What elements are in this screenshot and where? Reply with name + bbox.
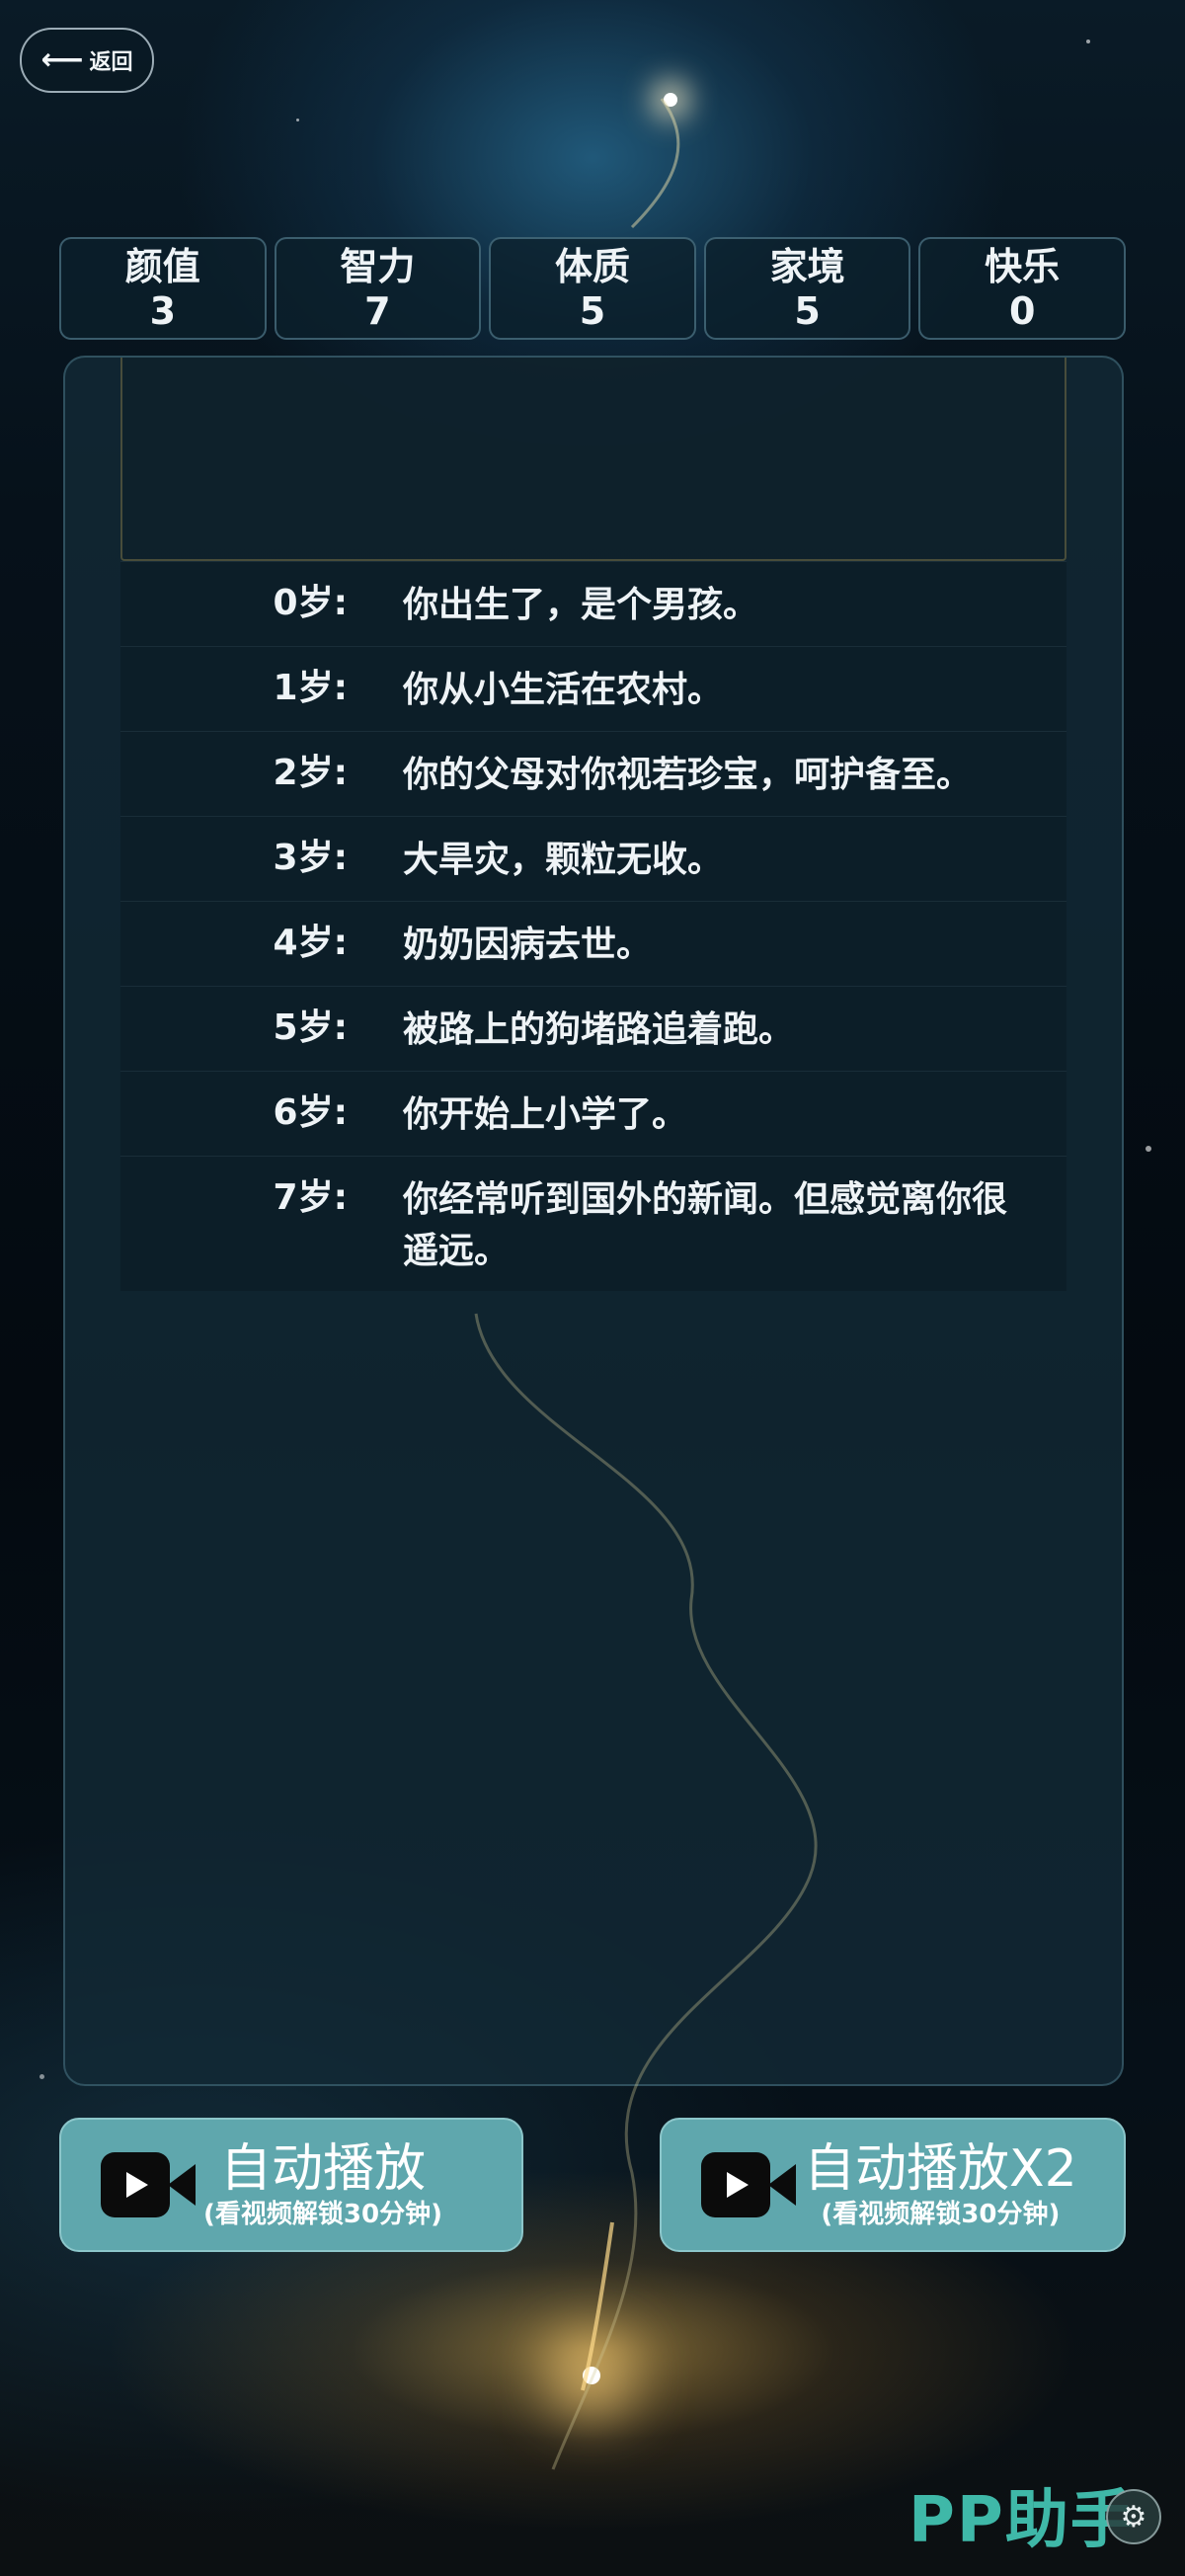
- event-text: 你开始上小学了。: [403, 1094, 688, 1135]
- event-age: 2岁:: [273, 753, 348, 793]
- event-age: 6岁:: [273, 1092, 348, 1133]
- life-event-row: 4岁: 奶奶因病去世。: [120, 901, 1066, 986]
- event-text: 你经常听到国外的新闻。但感觉离你很遥远。: [403, 1179, 1008, 1271]
- stat-label: 家境: [769, 245, 845, 288]
- star-decoration: [1086, 40, 1090, 43]
- event-age: 1岁:: [273, 668, 348, 708]
- auto-play-title: 自动播放: [219, 2139, 426, 2199]
- auto-play-x2-label-group: 自动播放X2 (看视频解锁30分钟): [804, 2139, 1077, 2230]
- event-age: 5岁:: [273, 1007, 348, 1048]
- attribute-stats-bar: 颜值 3 智力 7 体质 5 家境 5 快乐 0: [59, 237, 1126, 340]
- stat-value: 5: [579, 289, 606, 333]
- event-text: 你从小生活在农村。: [403, 670, 724, 710]
- back-button[interactable]: ⟵ 返回: [20, 28, 154, 93]
- stat-family: 家境 5: [703, 237, 911, 340]
- stat-physique: 体质 5: [489, 237, 696, 340]
- auto-play-subtitle: (看视频解锁30分钟): [203, 2200, 442, 2229]
- auto-play-x2-subtitle: (看视频解锁30分钟): [821, 2200, 1061, 2229]
- event-age: 7岁:: [273, 1177, 348, 1218]
- life-event-row: 2岁: 你的父母对你视若珍宝，呵护备至。: [120, 731, 1066, 816]
- star-decoration: [296, 119, 299, 121]
- star-decoration: [664, 93, 677, 107]
- life-log-panel[interactable]: 0岁: 你出生了，是个男孩。 1岁: 你从小生活在农村。 2岁: 你的父母对你视…: [63, 356, 1124, 2086]
- stat-label: 体质: [554, 245, 630, 288]
- back-button-label: 返回: [89, 50, 133, 75]
- star-decoration: [1146, 1146, 1151, 1152]
- event-text: 被路上的狗堵路追着跑。: [403, 1009, 795, 1050]
- stat-value: 3: [149, 289, 177, 333]
- life-event-row: 0岁: 你出生了，是个男孩。: [120, 561, 1066, 646]
- event-text: 你的父母对你视若珍宝，呵护备至。: [403, 755, 973, 795]
- stat-happiness: 快乐 0: [918, 237, 1126, 340]
- event-text: 奶奶因病去世。: [403, 925, 653, 965]
- auto-play-x2-button[interactable]: 自动播放X2 (看视频解锁30分钟): [660, 2118, 1126, 2252]
- stat-value: 5: [794, 289, 821, 333]
- auto-play-x2-title: 自动播放X2: [804, 2139, 1077, 2199]
- event-age: 4岁:: [273, 923, 348, 963]
- screen: ⟵ 返回 颜值 3 智力 7 体质 5 家境 5 快乐 0 0岁: 你出生了，是…: [0, 0, 1185, 2576]
- arrow-left-icon: ⟵: [40, 42, 84, 77]
- star-decoration: [583, 2367, 600, 2384]
- event-text: 大旱灾，颗粒无收。: [403, 840, 724, 880]
- stat-label: 颜值: [124, 245, 200, 288]
- life-event-row: 1岁: 你从小生活在农村。: [120, 646, 1066, 731]
- life-event-row: 3岁: 大旱灾，颗粒无收。: [120, 816, 1066, 901]
- life-event-list[interactable]: 0岁: 你出生了，是个男孩。 1岁: 你从小生活在农村。 2岁: 你的父母对你视…: [120, 561, 1066, 1291]
- stat-value: 7: [364, 289, 391, 333]
- stat-intelligence: 智力 7: [274, 237, 482, 340]
- life-log-header: [120, 358, 1066, 561]
- stat-value: 0: [1008, 289, 1036, 333]
- event-age: 0岁:: [273, 583, 348, 623]
- life-event-row: 6岁: 你开始上小学了。: [120, 1071, 1066, 1156]
- auto-play-button[interactable]: 自动播放 (看视频解锁30分钟): [59, 2118, 523, 2252]
- event-age: 3岁:: [273, 838, 348, 878]
- pp-assistant-watermark: PP助手: [908, 2484, 1136, 2557]
- life-event-row: 7岁: 你经常听到国外的新闻。但感觉离你很遥远。: [120, 1156, 1066, 1291]
- video-camera-icon: [701, 2152, 796, 2217]
- video-camera-icon: [101, 2152, 196, 2217]
- stat-label: 快乐: [985, 245, 1061, 288]
- life-event-row: 5岁: 被路上的狗堵路追着跑。: [120, 986, 1066, 1071]
- gear-icon[interactable]: ⚙: [1106, 2489, 1161, 2544]
- auto-play-label-group: 自动播放 (看视频解锁30分钟): [203, 2139, 442, 2230]
- stat-appearance: 颜值 3: [59, 237, 267, 340]
- star-decoration: [40, 2074, 44, 2079]
- event-text: 你出生了，是个男孩。: [403, 585, 759, 625]
- stat-label: 智力: [340, 245, 416, 288]
